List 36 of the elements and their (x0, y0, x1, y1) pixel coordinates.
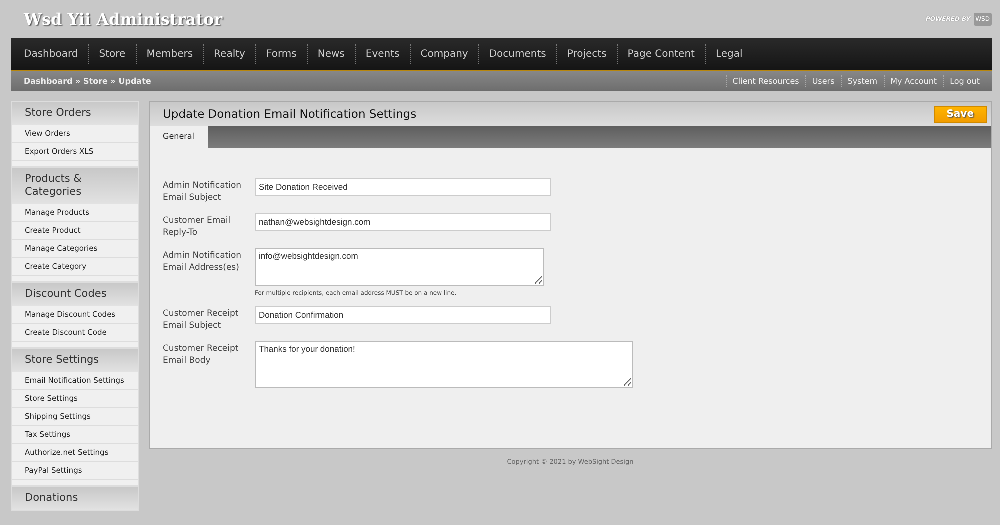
sidebar-heading: Discount Codes (12, 283, 138, 306)
nav-link[interactable]: Store (99, 48, 136, 60)
input-field[interactable]: Donation Confirmation (255, 306, 551, 324)
nav-link[interactable]: Company (420, 48, 478, 60)
user-link[interactable]: Users (812, 76, 835, 86)
textarea-field[interactable]: Thanks for your donation! (255, 341, 633, 388)
sidebar-heading: Donations (12, 487, 138, 510)
nav-link[interactable]: Forms (266, 48, 307, 60)
breadcrumb[interactable]: Dashboard » Store » Update (24, 76, 152, 86)
field-label: Customer Email Reply-To (163, 215, 232, 239)
nav-link[interactable]: Events (366, 48, 410, 60)
nav-link[interactable]: Members (146, 48, 204, 60)
sidebar-heading: Products & Categories (12, 168, 138, 204)
nav-link[interactable]: Legal (716, 48, 753, 60)
field-label: Admin Notification Email Address(es) (163, 250, 243, 275)
input-field[interactable]: Site Donation Received (255, 178, 551, 196)
user-link[interactable]: System (848, 76, 878, 86)
field-label: Customer Receipt Email Subject (163, 308, 240, 332)
nav-link[interactable]: Projects (567, 48, 617, 60)
input-field[interactable]: nathan@websightdesign.com (255, 213, 551, 231)
textarea-field[interactable]: info@websightdesign.com (255, 248, 544, 286)
panel-title: Update Donation Email Notification Settings (163, 107, 417, 121)
sidebar-heading: Store Orders (12, 102, 138, 125)
nav-link[interactable]: Dashboard (24, 48, 88, 60)
field-label: Admin Notification Email Subject (163, 180, 243, 204)
nav-link[interactable]: Page Content (628, 48, 705, 60)
field-label: Customer Receipt Email Body (163, 343, 240, 368)
user-link[interactable]: My Account (890, 76, 938, 86)
nav-link[interactable]: Realty (214, 48, 256, 60)
user-link[interactable]: Client Resources (732, 76, 800, 86)
tab[interactable]: General (150, 126, 208, 148)
sidebar-heading: Store Settings (12, 349, 138, 372)
nav-link[interactable]: Documents (489, 48, 556, 60)
user-link[interactable]: Log out (950, 76, 980, 86)
nav-link[interactable]: News (318, 48, 355, 60)
site-title: Wsd Yii Administrator (24, 10, 223, 28)
